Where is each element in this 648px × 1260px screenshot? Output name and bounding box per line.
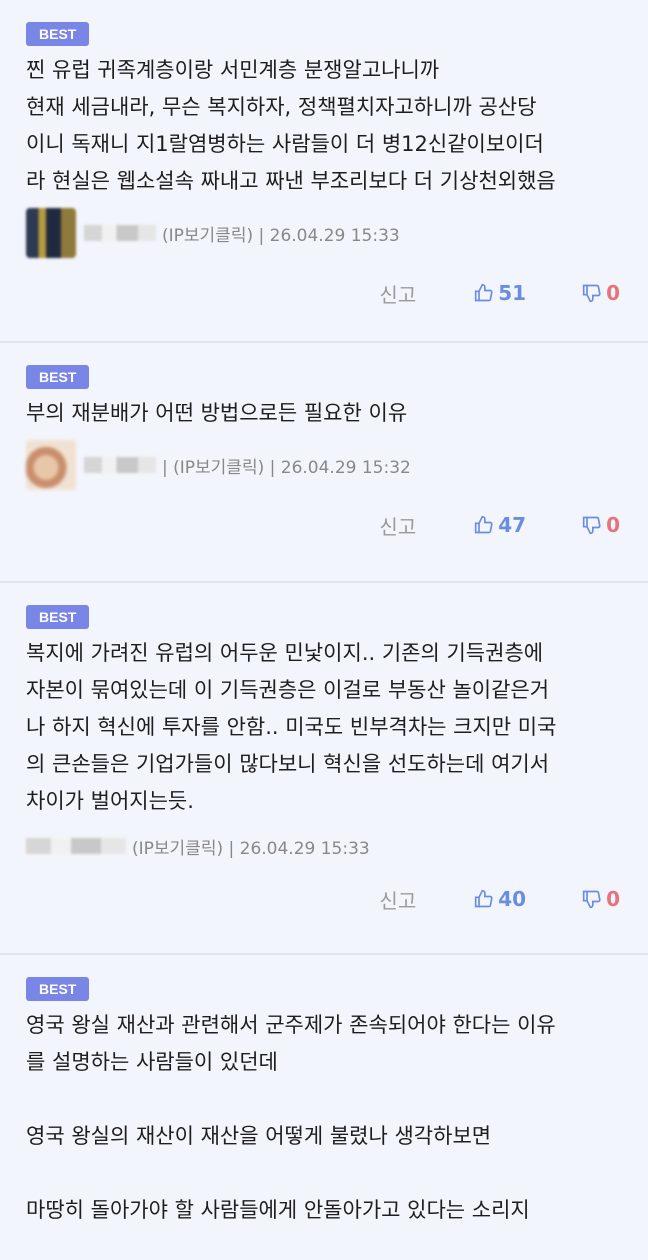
thumbs-down-icon [582,515,602,535]
comment-line: 찐 유럽 귀족계층이랑 서민계층 분쟁알고나니까 [26,58,440,82]
report-button[interactable]: 신고 [379,279,416,308]
avatar[interactable] [26,208,76,258]
comment-line: 현재 세금내라, 무슨 복지하자, 정책펼치자고하니까 공산당 [26,95,537,119]
dislike-count: 0 [606,887,620,911]
like-count: 40 [498,887,527,911]
thumbs-down-icon [582,283,602,303]
comment-meta: (IP보기클릭) | 26.04.29 15:33 [26,828,626,864]
comment-line: 자본이 묶여있는데 이 기득권층은 이걸로 부동산 놀이같은거 [26,678,550,702]
comment-body: 복지에 가려진 유럽의 어두운 민낯이지.. 기존의 기득권층에 자본이 묶여있… [26,635,626,820]
thumbs-up-icon [474,515,494,535]
report-button[interactable]: 신고 [379,511,416,540]
comment-item: BEST 찐 유럽 귀족계층이랑 서민계층 분쟁알고나니까 현재 세금내라, 무… [0,0,648,343]
meta-text[interactable]: | (IP보기클릭) | 26.04.29 15:32 [162,453,411,478]
comment-line: 차이가 벌어지는듯. [26,789,194,813]
best-badge: BEST [26,365,90,389]
best-badge: BEST [26,22,90,46]
avatar[interactable] [26,440,76,490]
nickname-blurred[interactable] [26,838,126,854]
best-badge: BEST [26,605,90,629]
comment-line: 마땅히 돌아가야 할 사람들에게 안돌아가고 있다는 소리지 [26,1198,530,1222]
comment-item: BEST 복지에 가려진 유럽의 어두운 민낯이지.. 기존의 기득권층에 자본… [0,583,648,955]
comment-line: 이니 독재니 지1랄염병하는 사람들이 더 병12신같이보이더 [26,132,544,156]
nickname-blurred[interactable] [84,225,156,241]
comment-line: 의 큰손들은 기업가들이 많다보니 혁신을 선도하는데 여기서 [26,752,550,776]
like-count: 47 [498,513,527,537]
comment-body: 부의 재분배가 어떤 방법으로든 필요한 이유 [26,395,626,432]
like-button[interactable]: 47 [474,513,526,537]
dislike-button[interactable]: 0 [582,887,620,911]
comment-item: BEST 부의 재분배가 어떤 방법으로든 필요한 이유 | (IP보기클릭) … [0,343,648,583]
like-button[interactable]: 51 [474,281,526,305]
dislike-button[interactable]: 0 [582,281,620,305]
comment-actions: 신고 40 0 [26,864,626,934]
comment-line: 영국 왕실 재산과 관련해서 군주제가 존속되어야 한다는 이유 [26,1013,556,1037]
report-button[interactable]: 신고 [379,885,416,914]
comment-line [26,1155,626,1192]
thumbs-up-icon [474,283,494,303]
comment-actions: 신고 47 0 [26,490,626,560]
nickname-blurred[interactable] [84,457,156,473]
comment-line: 를 설명하는 사람들이 있던데 [26,1050,278,1074]
best-badge: BEST [26,977,90,1001]
like-count: 51 [498,281,527,305]
comment-body: 영국 왕실 재산과 관련해서 군주제가 존속되어야 한다는 이유 를 설명하는 … [26,1007,626,1229]
comment-actions: 신고 51 0 [26,258,626,328]
dislike-button[interactable]: 0 [582,513,620,537]
comment-item: BEST 영국 왕실 재산과 관련해서 군주제가 존속되어야 한다는 이유 를 … [0,955,648,1229]
dislike-count: 0 [606,281,620,305]
thumbs-down-icon [582,889,602,909]
like-button[interactable]: 40 [474,887,526,911]
comment-line: 부의 재분배가 어떤 방법으로든 필요한 이유 [26,401,408,425]
comment-line: 복지에 가려진 유럽의 어두운 민낯이지.. 기존의 기득권층에 [26,641,544,665]
meta-text[interactable]: (IP보기클릭) | 26.04.29 15:33 [162,221,400,246]
comment-meta: | (IP보기클릭) | 26.04.29 15:32 [26,440,626,490]
comment-line: 라 현실은 웹소설속 짜내고 짜낸 부조리보다 더 기상천외했음 [26,169,556,193]
dislike-count: 0 [606,513,620,537]
comment-line: 영국 왕실의 재산이 재산을 어떻게 불렸나 생각하보면 [26,1124,492,1148]
thumbs-up-icon [474,889,494,909]
comment-line: 나 하지 혁신에 투자를 안함.. 미국도 빈부격차는 크지만 미국 [26,715,557,739]
comment-body: 찐 유럽 귀족계층이랑 서민계층 분쟁알고나니까 현재 세금내라, 무슨 복지하… [26,52,626,200]
meta-text[interactable]: (IP보기클릭) | 26.04.29 15:33 [132,834,370,859]
comment-meta: (IP보기클릭) | 26.04.29 15:33 [26,208,626,258]
comment-line [26,1081,626,1118]
